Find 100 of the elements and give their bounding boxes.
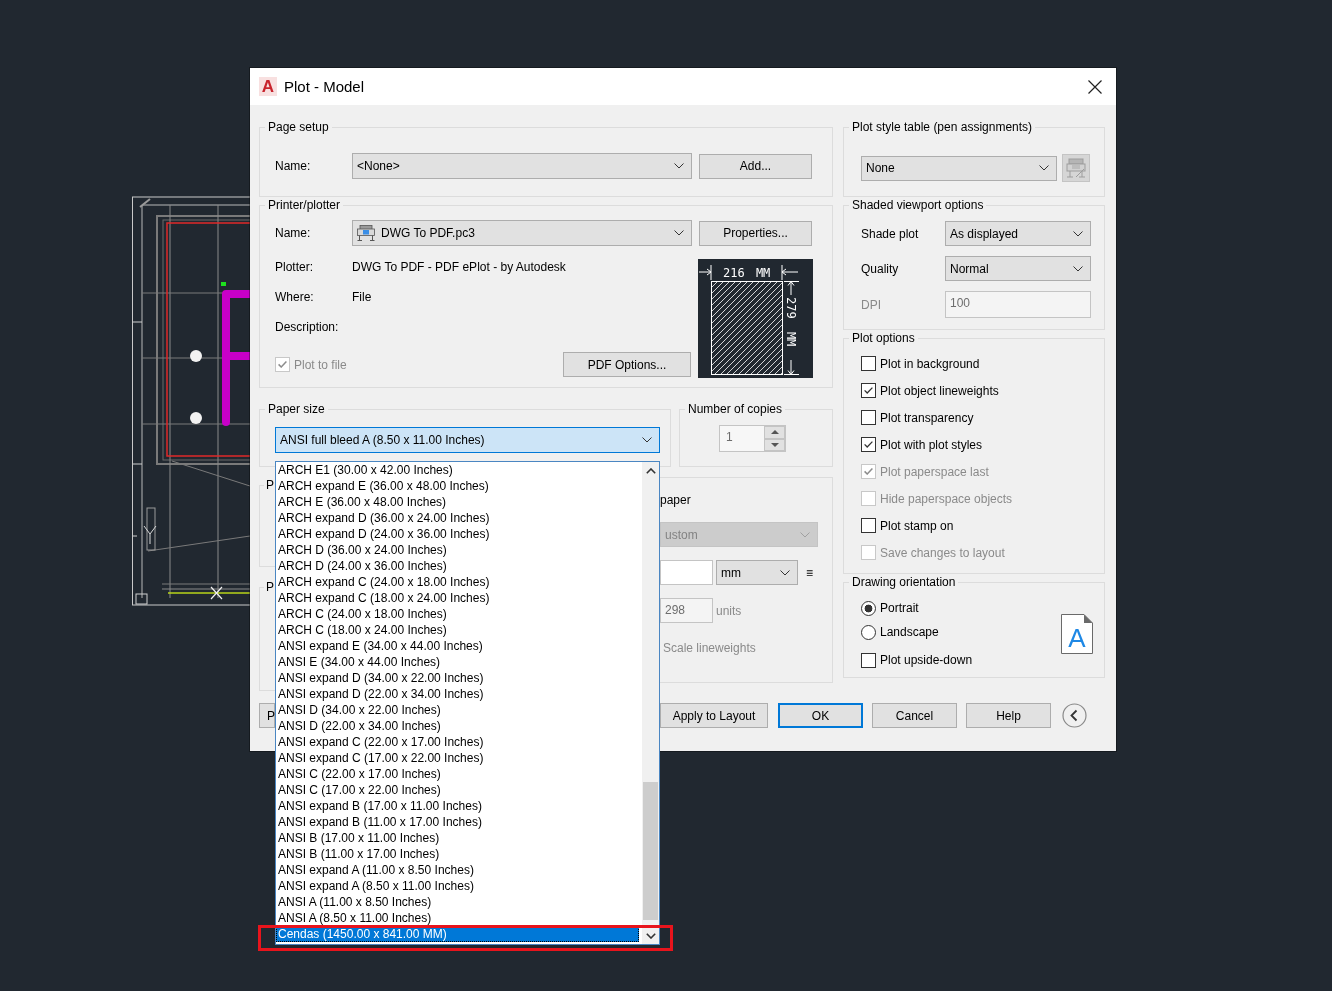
checkbox[interactable] [861, 437, 876, 452]
checkmark-icon [278, 361, 287, 368]
checkbox[interactable] [861, 652, 876, 668]
checkmark-icon [864, 387, 873, 394]
list-option[interactable]: ARCH C (18.00 x 24.00 Inches) [276, 622, 639, 638]
group-title: Number of copies [687, 401, 784, 417]
properties-button[interactable]: Properties... [699, 220, 812, 246]
equals-sign: ≡ [806, 565, 813, 580]
radio-label[interactable]: Landscape [880, 625, 939, 639]
list-option[interactable]: ARCH E1 (30.00 x 42.00 Inches) [276, 462, 639, 478]
chevron-down-icon[interactable] [645, 932, 656, 939]
group-title: Paper size [267, 401, 326, 417]
dropdown[interactable]: Normal [945, 256, 1091, 281]
list-option[interactable]: ARCH expand D (24.00 x 36.00 Inches) [276, 526, 639, 542]
list-option[interactable]: ANSI B (17.00 x 11.00 Inches) [276, 830, 639, 846]
add-button[interactable]: Add... [699, 153, 812, 179]
dialog-button[interactable]: OK [778, 703, 863, 728]
list-option[interactable]: ARCH expand D (36.00 x 24.00 Inches) [276, 510, 639, 526]
field-label: Name: [275, 226, 312, 240]
dialog-button[interactable]: Help [966, 703, 1051, 728]
field-label: Name: [275, 159, 312, 173]
radio-button[interactable] [861, 624, 876, 640]
chevron-down-icon [800, 531, 810, 538]
triangle-down-icon [770, 442, 779, 447]
input-field[interactable] [660, 560, 713, 585]
checkbox-label[interactable]: Plot stamp on [880, 518, 954, 533]
list-option[interactable]: ARCH expand E (36.00 x 48.00 Inches) [276, 478, 639, 494]
list-option[interactable]: ANSI expand D (34.00 x 22.00 Inches) [276, 670, 639, 686]
list-option[interactable]: ANSI C (22.00 x 17.00 Inches) [276, 766, 639, 782]
dropdown[interactable]: As displayed [945, 221, 1091, 246]
checkbox[interactable] [861, 518, 876, 533]
chevron-down-icon [1073, 265, 1083, 272]
field-label: Quality [861, 261, 900, 276]
list-option[interactable]: ANSI expand C (17.00 x 22.00 Inches) [276, 750, 639, 766]
printer-dropdown[interactable]: DWG To PDF.pc3 [352, 220, 692, 246]
checkbox-label[interactable]: Plot upside-down [880, 653, 973, 667]
page-icon: A [1061, 614, 1093, 654]
field-value: File [352, 290, 372, 304]
chevron-up-icon[interactable] [645, 467, 656, 474]
checkbox-label[interactable]: Plot with plot styles [880, 437, 983, 452]
list-option[interactable]: ANSI C (17.00 x 22.00 Inches) [276, 782, 639, 798]
list-option[interactable]: ARCH E (36.00 x 48.00 Inches) [276, 494, 639, 510]
paper-size-dropdown[interactable]: ANSI full bleed A (8.50 x 11.00 Inches) [275, 427, 660, 453]
list-option[interactable]: ANSI expand B (11.00 x 17.00 Inches) [276, 814, 639, 830]
list-option[interactable]: ANSI expand A (11.00 x 8.50 Inches) [276, 862, 639, 878]
page-setup-dropdown[interactable]: <None> [352, 153, 692, 179]
list-option[interactable]: ANSI D (22.00 x 34.00 Inches) [276, 718, 639, 734]
group-title: Printer/plotter [267, 197, 342, 213]
option-label: paper [660, 492, 691, 508]
unit-dropdown[interactable]: mm [716, 560, 798, 585]
group-title: Plot style table (pen assignments) [851, 119, 1034, 135]
group-title: Plot options [851, 330, 916, 346]
checkbox-label[interactable]: Plot in background [880, 356, 980, 371]
circle-chevron-left-icon[interactable] [1062, 703, 1087, 728]
field-label: Plotter: [275, 260, 314, 274]
scrollbar-thumb[interactable] [643, 782, 658, 920]
group-title: P [265, 477, 275, 493]
plot-style-dropdown[interactable]: None [861, 155, 1057, 181]
paper-width-label: 216 MM [723, 266, 771, 280]
list-option[interactable]: ANSI expand B (17.00 x 11.00 Inches) [276, 798, 639, 814]
list-option[interactable]: ARCH D (36.00 x 24.00 Inches) [276, 542, 639, 558]
dialog-button[interactable]: Cancel [872, 703, 957, 728]
list-option[interactable]: ANSI E (34.00 x 44.00 Inches) [276, 654, 639, 670]
checkbox-label[interactable]: Plot object lineweights [880, 383, 999, 398]
app-logo: A [259, 77, 277, 96]
list-option[interactable]: ANSI B (11.00 x 17.00 Inches) [276, 846, 639, 862]
list-option[interactable]: ARCH C (24.00 x 18.00 Inches) [276, 606, 639, 622]
field-label: Shade plot [861, 226, 920, 241]
radio-label[interactable]: Portrait [880, 601, 919, 615]
dialog-button[interactable]: P [259, 703, 275, 728]
list-option[interactable]: ANSI expand E (34.00 x 44.00 Inches) [276, 638, 639, 654]
dialog-button[interactable]: Apply to Layout [660, 703, 768, 728]
pdf-options-button[interactable]: PDF Options... [563, 352, 691, 377]
chevron-down-icon [780, 569, 790, 576]
list-option[interactable]: ANSI A (11.00 x 8.50 Inches) [276, 894, 639, 910]
list-option[interactable]: ANSI A (8.50 x 11.00 Inches) [276, 910, 639, 926]
list-option[interactable]: ARCH expand C (18.00 x 24.00 Inches) [276, 590, 639, 606]
chevron-down-icon [1073, 230, 1083, 237]
field-label: Where: [275, 290, 315, 304]
close-icon[interactable] [1088, 79, 1102, 94]
radio-button[interactable] [861, 600, 876, 616]
list-option[interactable]: ANSI D (34.00 x 22.00 Inches) [276, 702, 639, 718]
list-option[interactable]: ANSI expand A (8.50 x 11.00 Inches) [276, 878, 639, 894]
list-option[interactable]: ARCH D (24.00 x 36.00 Inches) [276, 558, 639, 574]
checkbox[interactable] [861, 356, 876, 371]
checkmark-icon [864, 468, 873, 475]
checkbox[interactable] [861, 383, 876, 398]
list-option[interactable]: ANSI expand D (22.00 x 34.00 Inches) [276, 686, 639, 702]
list-option[interactable]: ARCH expand C (24.00 x 18.00 Inches) [276, 574, 639, 590]
checkbox-label[interactable]: Plot transparency [880, 410, 974, 425]
window-title: Plot - Model [284, 78, 365, 95]
group-title: Drawing orientation [851, 574, 957, 590]
units-label: units [716, 603, 742, 618]
group-title: Page setup [267, 119, 330, 135]
field-label: DPI [861, 297, 882, 312]
checkbox[interactable] [861, 410, 876, 425]
list-option[interactable]: ANSI expand C (22.00 x 17.00 Inches) [276, 734, 639, 750]
field-label: Description: [275, 320, 340, 334]
checkmark-icon [864, 441, 873, 448]
chevron-down-icon [1039, 165, 1049, 171]
